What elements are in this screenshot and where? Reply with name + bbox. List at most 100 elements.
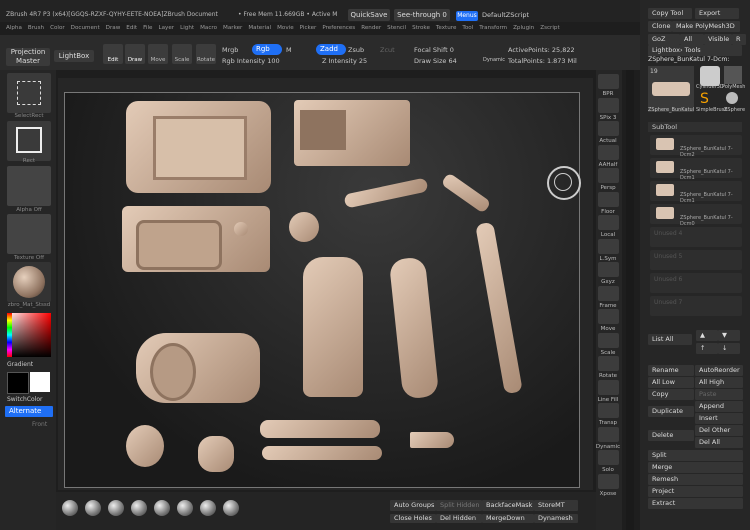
menu-item-movie[interactable]: Movie <box>277 25 294 31</box>
subtool-item[interactable]: Unused 6 <box>650 273 742 293</box>
material-preset-7[interactable] <box>200 500 216 516</box>
make-polymesh-button[interactable]: Make PolyMesh3D <box>672 21 740 32</box>
all-high-button[interactable]: All High <box>695 377 743 388</box>
copy-button[interactable]: Copy <box>648 389 694 400</box>
dynamesh-button[interactable]: Dynamesh <box>534 514 578 523</box>
menu-item-edit[interactable]: Edit <box>126 25 137 31</box>
material-preset-4[interactable] <box>131 500 147 516</box>
goz-button[interactable]: GoZ <box>648 34 680 45</box>
export-button[interactable]: Export <box>695 8 739 19</box>
shelf-scrollbar[interactable] <box>626 70 634 530</box>
menu-item-tool[interactable]: Tool <box>462 25 473 31</box>
zsub-toggle[interactable]: Zsub <box>348 46 364 54</box>
lightbox-button[interactable]: LightBox <box>54 50 94 62</box>
zsphere-thumbnail-icon[interactable] <box>726 92 738 104</box>
rename-button[interactable]: Rename <box>648 365 694 376</box>
menu-item-stroke[interactable]: Stroke <box>412 25 430 31</box>
move-button[interactable]: Move <box>148 44 168 64</box>
menu-item-file[interactable]: File <box>143 25 152 31</box>
list-all-button[interactable]: List All <box>648 334 692 345</box>
alternate-button[interactable]: Alternate <box>5 406 53 417</box>
shelf-aahalf-button[interactable]: AAHalf <box>598 144 619 168</box>
duplicate-button[interactable]: Duplicate <box>648 406 694 417</box>
merge-button[interactable]: Merge <box>648 462 743 473</box>
arm-model[interactable] <box>260 420 380 438</box>
shelf-persp-button[interactable]: Persp <box>598 168 619 191</box>
hue-strip[interactable] <box>7 313 12 357</box>
shelf-solo-button[interactable]: Solo <box>598 450 619 473</box>
subtool-header[interactable]: SubTool <box>648 122 742 132</box>
delete-button[interactable]: Delete <box>648 430 694 441</box>
auto-groups-button[interactable]: Auto Groups <box>390 500 436 511</box>
shelf-frame-button[interactable]: Frame <box>598 285 619 309</box>
shelf-move-button[interactable]: Move <box>598 309 619 332</box>
material-preset-5[interactable] <box>154 500 170 516</box>
secondary-color-swatch[interactable] <box>30 372 50 392</box>
subtool-item[interactable]: Unused 5 <box>650 250 742 270</box>
storemt-button[interactable]: StoreMT <box>534 500 578 511</box>
remesh-button[interactable]: Remesh <box>648 474 743 485</box>
brush-slot[interactable] <box>7 73 51 113</box>
switchcolor-button[interactable]: SwitchColor <box>7 396 43 403</box>
m-toggle[interactable]: M <box>286 46 292 54</box>
insert-button[interactable]: Insert <box>695 413 743 424</box>
material-preset-6[interactable] <box>177 500 193 516</box>
menu-item-texture[interactable]: Texture <box>436 25 456 31</box>
autoreorder-button[interactable]: AutoReorder <box>695 365 743 376</box>
color-picker[interactable] <box>7 313 51 357</box>
menu-item-zplugin[interactable]: Zplugin <box>513 25 534 31</box>
alpha-slot[interactable] <box>7 166 51 206</box>
rotate-button[interactable]: Rotate <box>196 44 216 64</box>
horn-model[interactable] <box>410 432 454 448</box>
r-button[interactable]: R <box>732 34 746 45</box>
zcut-toggle[interactable]: Zcut <box>380 46 395 54</box>
shelf-scale-button[interactable]: Scale <box>598 332 619 356</box>
backface-mask-button[interactable]: BackfaceMask <box>482 500 534 511</box>
shelf-xpose-button[interactable]: Xpose <box>598 473 619 497</box>
shelf-dynamic-button[interactable]: Dynamic <box>596 426 620 450</box>
menus-button[interactable]: Menus <box>456 11 478 21</box>
simplebrush-thumbnail-icon[interactable]: S <box>700 92 718 106</box>
draw-button[interactable]: Draw <box>125 44 145 64</box>
paste-button[interactable]: Paste <box>695 389 743 400</box>
gradient-label[interactable]: Gradient <box>7 361 33 368</box>
subtool-item[interactable]: ZSphere_BunKatul 7-Dcm1 <box>650 158 742 181</box>
clone-button[interactable]: Clone <box>648 21 672 32</box>
subtool-item[interactable]: ZSphere_BunKatul 7-Dcm2 <box>650 135 742 158</box>
small-piece-model[interactable] <box>262 446 382 460</box>
shelf-bpr-button[interactable]: BPR <box>598 74 619 97</box>
close-holes-button[interactable]: Close Holes <box>390 514 436 523</box>
subtool-item[interactable]: ZSphere_BunKatul 7-Dcm1 <box>650 181 742 204</box>
draw-size-slider[interactable]: Draw Size 64 <box>414 57 457 65</box>
zadd-toggle[interactable]: Zadd <box>316 44 346 55</box>
shelf-l-sym-button[interactable]: L.Sym <box>598 238 619 262</box>
menu-item-render[interactable]: Render <box>361 25 381 31</box>
shelf-rotate-button[interactable]: Rotate <box>598 356 619 379</box>
shelf-local-button[interactable]: Local <box>598 215 619 238</box>
menu-item-alpha[interactable]: Alpha <box>6 25 22 31</box>
polymesh-thumbnail-icon[interactable] <box>724 66 742 84</box>
rgb-toggle[interactable]: Rgb <box>252 44 282 55</box>
head-model[interactable] <box>126 425 164 467</box>
menu-item-zscript[interactable]: Zscript <box>540 25 559 31</box>
visible-button[interactable]: Visible <box>704 34 732 45</box>
mrgb-toggle[interactable]: Mrgb <box>222 46 238 54</box>
scale-button[interactable]: Scale <box>172 44 192 64</box>
copy-tool-button[interactable]: Copy Tool <box>648 8 692 19</box>
default-zscript[interactable]: DefaultZScript <box>482 11 529 19</box>
menu-item-brush[interactable]: Brush <box>28 25 44 31</box>
focal-shift-slider[interactable]: Focal Shift 0 <box>414 46 454 54</box>
dynamic-toggle[interactable]: Dynamic <box>483 57 505 63</box>
material-preset-2[interactable] <box>85 500 101 516</box>
edit-button[interactable]: Edit <box>103 44 123 64</box>
menu-item-document[interactable]: Document <box>71 25 100 31</box>
shelf-spix-3-button[interactable]: SPix 3 <box>598 97 619 121</box>
torso-model[interactable] <box>303 257 363 397</box>
arrow-down-button[interactable]: ▼ <box>718 330 740 341</box>
del-other-button[interactable]: Del Other <box>695 425 743 436</box>
del-all-button[interactable]: Del All <box>695 437 743 448</box>
texture-slot[interactable] <box>7 214 51 254</box>
menu-item-color[interactable]: Color <box>50 25 65 31</box>
menu-item-marker[interactable]: Marker <box>223 25 242 31</box>
menu-item-stencil[interactable]: Stencil <box>387 25 406 31</box>
